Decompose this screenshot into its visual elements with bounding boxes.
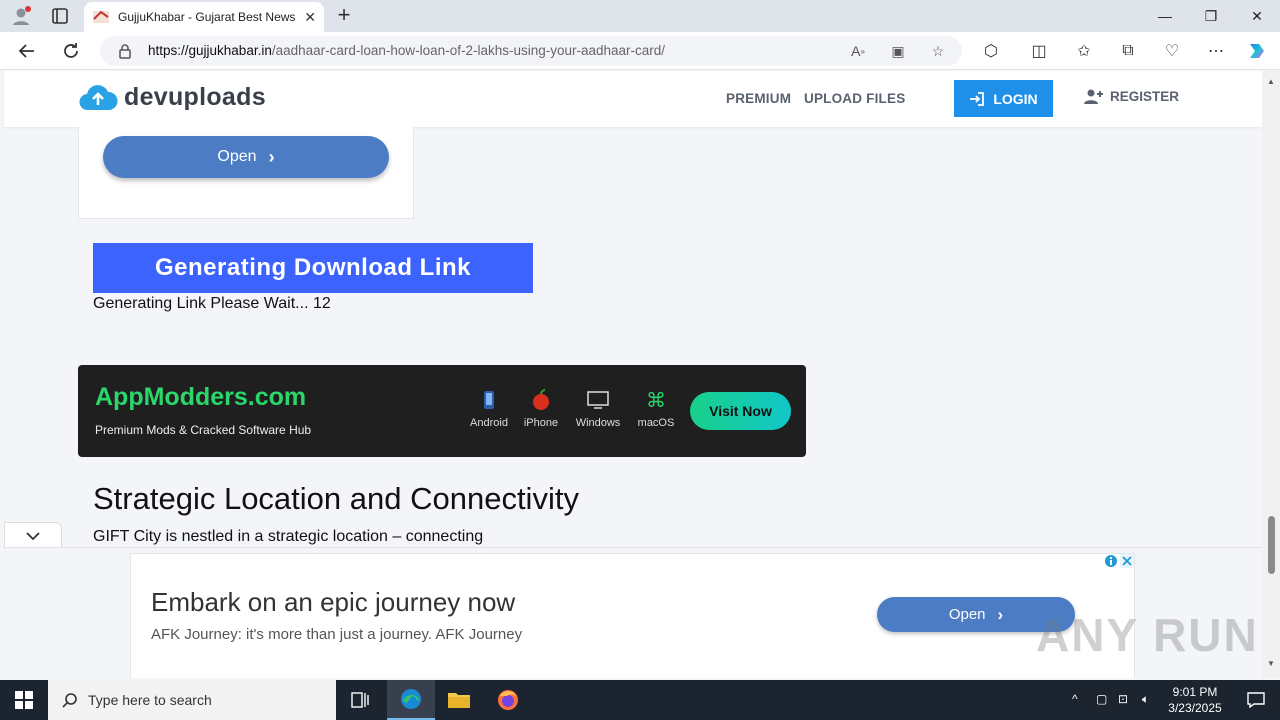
refresh-icon[interactable] [58, 38, 84, 64]
anyrun-watermark: ANY RUN [1036, 609, 1259, 661]
volume-icon[interactable]: 🔈︎ [1142, 692, 1149, 707]
file-explorer-icon[interactable] [435, 680, 483, 720]
tab-title: GujjuKhabar - Gujarat Best News [118, 10, 296, 24]
bottom-ad-banner[interactable]: Embark on an epic journey now AFK Journe… [130, 553, 1135, 678]
restore-icon[interactable]: ❐ [1188, 0, 1234, 32]
monitor-icon [568, 389, 628, 411]
browser-tab-strip: GujjuKhabar - Gujarat Best News ✕ + — ❐ … [0, 0, 1280, 32]
task-view-icon[interactable] [336, 680, 384, 720]
platform-macos: ⌘ macOS [626, 389, 686, 430]
platform-windows: Windows [568, 389, 628, 429]
platform-label: Android [470, 417, 508, 429]
section-paragraph: GIFT City is nestled in a strategic loca… [93, 528, 484, 545]
sign-in-icon [970, 91, 985, 106]
url-domain: https://gujjukhabar.in [148, 43, 272, 58]
ad-title: Embark on an epic journey now [151, 587, 516, 617]
windows-logo-icon [15, 691, 33, 709]
firefox-icon[interactable] [484, 680, 532, 720]
minimize-icon[interactable]: — [1142, 0, 1188, 32]
platform-iphone: iPhone [511, 389, 571, 429]
browser-toolbar: https://gujjukhabar.in/aadhaar-card-loan… [0, 32, 1280, 70]
page-scrollbar[interactable]: ▲ ▼ [1262, 71, 1280, 678]
edge-taskbar-icon[interactable] [387, 680, 435, 720]
login-label: LOGIN [993, 90, 1038, 107]
scroll-down-icon[interactable]: ▼ [1266, 659, 1276, 669]
site-favicon-icon [92, 9, 110, 25]
page-viewport: devuploads PREMIUM UPLOAD FILES LOGIN RE… [0, 71, 1262, 678]
ad-brand-title: AppModders.com [95, 383, 307, 411]
collapse-ad-toggle[interactable] [4, 522, 62, 548]
chevron-right-icon: › [268, 146, 275, 167]
split-screen-icon[interactable]: ◫ [1027, 39, 1051, 63]
new-tab-icon[interactable]: + [332, 4, 356, 28]
generating-download-banner: Generating Download Link [93, 243, 533, 293]
windows-taskbar: Type here to search ^ ▢ ⊡ 🔈︎ 9:01 PM 3/2… [0, 680, 1280, 720]
favorite-star-icon[interactable]: ☆ [928, 41, 948, 61]
cloud-upload-icon [79, 84, 118, 110]
open-button[interactable]: Open › [103, 136, 389, 178]
nav-upload-files[interactable]: UPLOAD FILES [804, 91, 905, 106]
clock-date: 3/23/2025 [1168, 701, 1222, 715]
network-icon[interactable]: ⊡ [1118, 692, 1128, 706]
browser-essentials-icon[interactable]: ♡ [1160, 39, 1184, 63]
address-bar[interactable]: https://gujjukhabar.in/aadhaar-card-loan… [100, 36, 962, 66]
platform-label: iPhone [523, 417, 559, 429]
logo-text: devuploads [124, 83, 266, 111]
more-menu-icon[interactable]: ⋯ [1204, 39, 1228, 63]
collections-icon[interactable]: ⧉ [1116, 39, 1140, 63]
platform-android: Android [459, 389, 519, 429]
notification-icon[interactable] [1232, 680, 1280, 720]
register-label: REGISTER [1110, 88, 1180, 104]
platform-label: macOS [637, 417, 675, 429]
back-icon[interactable] [14, 38, 40, 64]
platform-label: Windows [575, 417, 621, 429]
open-label: Open [217, 148, 257, 165]
search-icon [62, 693, 77, 708]
immersive-reader-icon[interactable]: ▣ [888, 41, 908, 61]
copilot-icon[interactable] [1245, 39, 1269, 63]
apple-icon [511, 389, 571, 411]
scroll-up-icon[interactable]: ▲ [1266, 77, 1276, 87]
phone-icon [459, 389, 519, 411]
start-button[interactable] [0, 680, 48, 720]
extensions-icon[interactable]: ⬡ [979, 39, 1003, 63]
tab-actions-icon[interactable] [50, 6, 70, 26]
command-key-icon: ⌘ [646, 389, 666, 412]
search-placeholder: Type here to search [88, 692, 212, 708]
site-header: devuploads PREMIUM UPLOAD FILES LOGIN RE… [4, 71, 1262, 127]
browser-tab[interactable]: GujjuKhabar - Gujarat Best News ✕ [84, 2, 324, 32]
ad-close-icon[interactable] [1120, 554, 1134, 568]
favorites-icon[interactable]: ✩ [1072, 39, 1096, 63]
site-logo[interactable]: devuploads [78, 83, 266, 112]
system-clock[interactable]: 9:01 PM 3/23/2025 [1160, 684, 1230, 716]
user-plus-icon [1084, 89, 1103, 104]
taskbar-search[interactable]: Type here to search [48, 680, 336, 720]
login-button[interactable]: LOGIN [954, 80, 1053, 117]
nav-premium[interactable]: PREMIUM [726, 91, 791, 106]
section-heading: Strategic Location and Connectivity [93, 481, 579, 516]
show-hidden-icons-icon[interactable]: ^ [1072, 692, 1078, 706]
url-path: /aadhaar-card-loan-how-loan-of-2-lakhs-u… [271, 43, 666, 58]
tab-close-icon[interactable]: ✕ [304, 9, 316, 26]
chevron-down-icon [26, 531, 40, 540]
clock-time: 9:01 PM [1172, 685, 1218, 699]
generating-countdown-text: Generating Link Please Wait... 12 [93, 295, 331, 312]
device-icon[interactable]: ▢ [1096, 692, 1107, 706]
appmodders-ad[interactable]: AppModders.com Premium Mods & Cracked So… [78, 365, 806, 457]
lock-icon[interactable] [118, 43, 132, 59]
read-aloud-icon[interactable]: A» [848, 41, 868, 61]
visit-now-button[interactable]: Visit Now [690, 392, 791, 430]
scroll-thumb[interactable] [1268, 516, 1275, 574]
register-link[interactable]: REGISTER [1084, 88, 1179, 104]
chevron-right-icon: › [997, 604, 1004, 624]
ad-description: AFK Journey: it's more than just a journ… [151, 626, 523, 643]
profile-icon[interactable] [10, 5, 32, 27]
ad-brand-subtitle: Premium Mods & Cracked Software Hub [95, 423, 312, 437]
open-card: Open › [78, 127, 414, 219]
url-text[interactable]: https://gujjukhabar.in/aadhaar-card-loan… [148, 43, 665, 58]
adchoices-info-icon[interactable] [1104, 554, 1118, 568]
ad-open-label: Open [948, 606, 986, 623]
window-close-icon[interactable]: ✕ [1234, 0, 1280, 32]
